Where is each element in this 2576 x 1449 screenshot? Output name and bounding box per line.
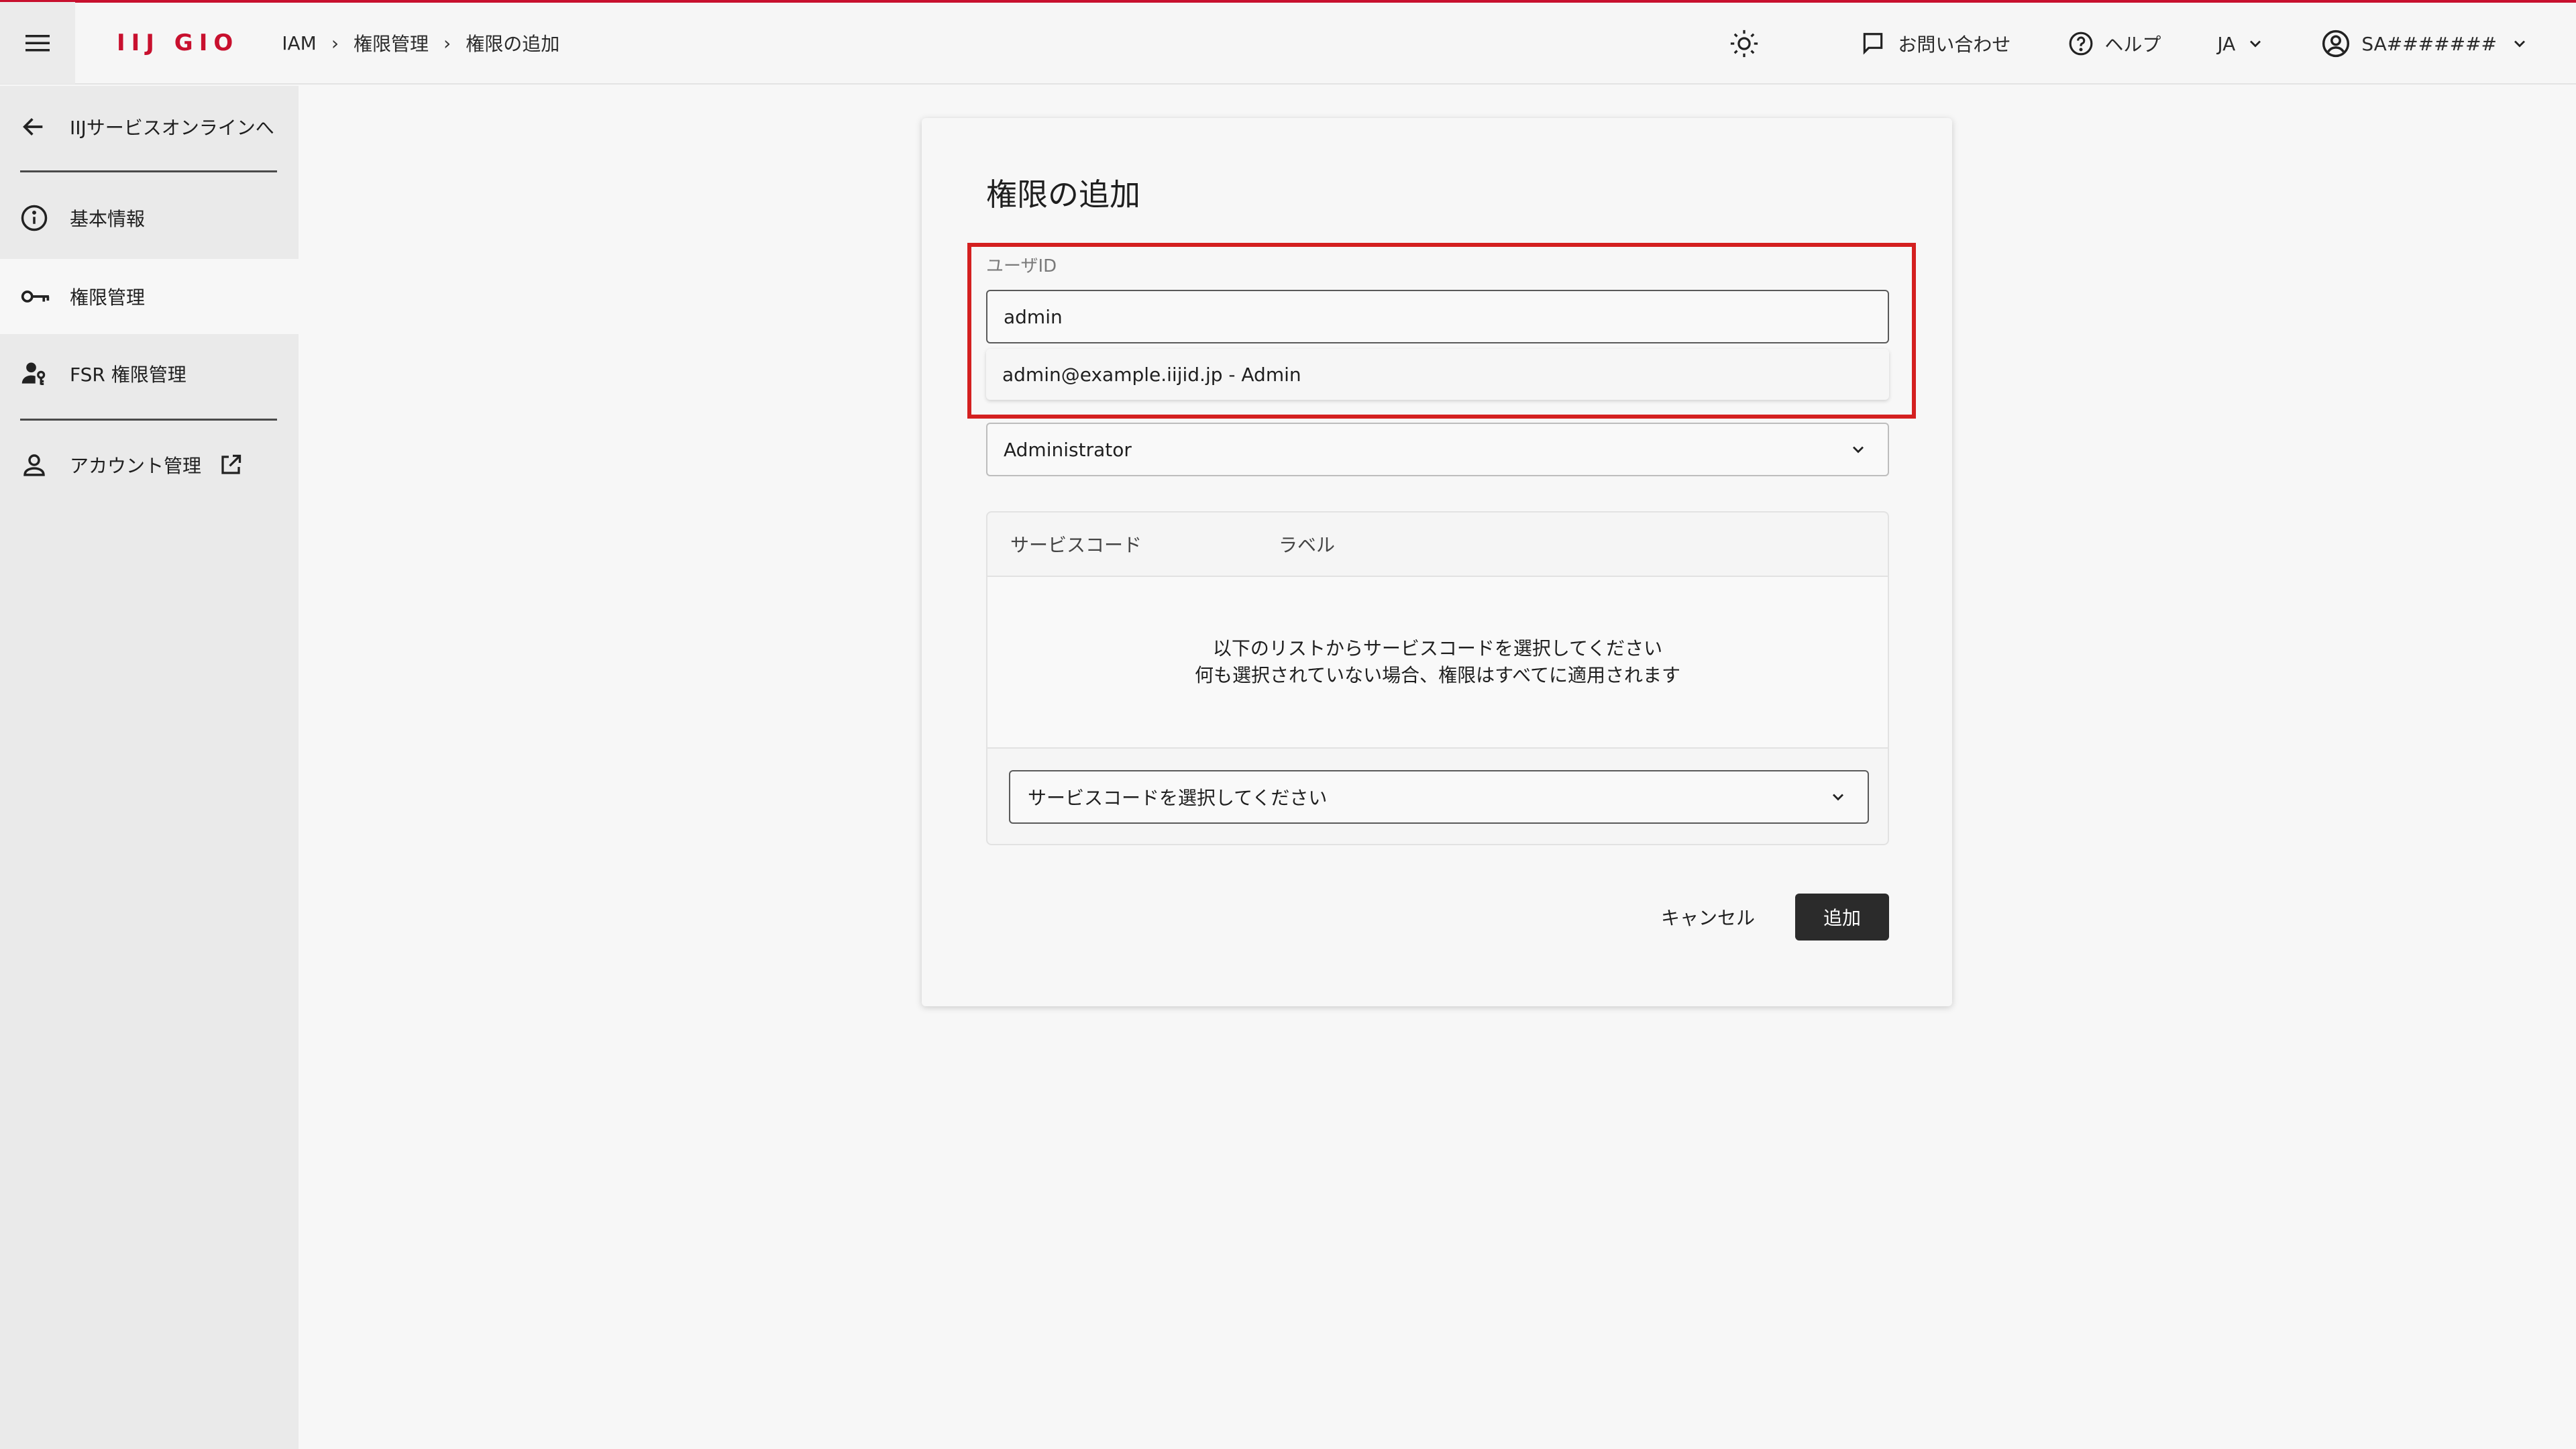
brand-logo[interactable]: IIJ GIO [117,30,239,56]
sun-icon [1731,30,1758,58]
add-permission-card: 権限の追加 ユーザID admin@example.iijid.jp - Adm… [922,118,1952,1006]
help-label: ヘルプ [2104,34,2161,56]
service-code-select[interactable]: サービスコードを選択してください [1009,770,1869,824]
account-label: SA####### [2361,32,2497,55]
breadcrumb-item-current: 権限の追加 [466,33,560,55]
external-link-icon [221,454,241,474]
breadcrumb-separator-icon: › [331,32,339,54]
user-key-icon [21,362,46,386]
chevron-down-icon [2250,40,2261,48]
sidebar-divider [20,170,277,172]
header-actions: お問い合わせ ヘルプ JA SA####### [1729,3,2576,85]
arrow-left-icon [23,118,43,136]
sidebar-item-account-management[interactable]: アカウント管理 [0,425,299,504]
user-id-label: ユーザID [986,256,1057,276]
column-header-label: ラベル [1279,534,1336,556]
page-title: 権限の追加 [986,176,1140,213]
user-suggestion-option[interactable]: admin@example.iijid.jp - Admin [986,349,1889,400]
sidebar-item-label: 権限管理 [70,286,146,309]
key-icon [21,290,50,303]
sidebar-divider [20,419,277,421]
sidebar-back-label: IIJサービスオンラインへ [70,117,274,139]
sidebar-item-basic-info[interactable]: 基本情報 [0,177,299,259]
user-id-input[interactable] [986,290,1889,343]
add-button[interactable]: 追加 [1795,894,1889,941]
role-select-value: Administrator [1004,438,1132,461]
menu-toggle-button[interactable] [0,2,75,84]
cancel-button[interactable]: キャンセル [1661,894,1755,941]
sidebar-item-label: FSR 権限管理 [70,364,186,386]
sidebar-item-label: 基本情報 [70,208,146,230]
contact-label: お問い合わせ [1898,34,2011,56]
chat-bubble-icon [1864,33,1883,55]
language-label: JA [2217,32,2236,55]
empty-state-line: 何も選択されていない場合、権限はすべてに適用されます [1194,664,1681,686]
person-icon [23,454,45,476]
service-code-select-placeholder: サービスコードを選択してください [1028,787,1328,809]
sidebar-item-back[interactable]: IIJサービスオンラインへ [0,86,299,168]
theme-toggle-button[interactable] [1729,28,1760,59]
chevron-down-icon [1853,446,1864,453]
help-button[interactable]: ヘルプ [2068,30,2161,57]
service-table-header: サービスコード ラベル [987,513,1888,577]
service-code-panel: サービスコード ラベル 以下のリストからサービスコードを選択してください 何も選… [986,511,1889,845]
breadcrumb-separator-icon: › [443,32,451,54]
hamburger-menu-icon [25,35,50,52]
sidebar: IIJサービスオンラインへ 基本情報 権限管理 FSR 権限管理 アカウント管理 [0,86,299,1449]
breadcrumb-item-iam[interactable]: IAM [282,32,317,54]
help-circle-icon [2069,32,2093,56]
breadcrumb: IAM › 権限管理 › 権限の追加 [282,30,559,56]
empty-state-line: 以下のリストからサービスコードを選択してください [1212,637,1663,659]
app-header: IIJ GIO IAM › 権限管理 › 権限の追加 お問い合わせ ヘルプ JA… [0,2,2576,85]
sidebar-item-permissions[interactable]: 権限管理 [0,259,299,334]
service-table-empty-state: 以下のリストからサービスコードを選択してください 何も選択されていない場合、権限… [987,577,1888,749]
chevron-down-icon [2514,40,2525,48]
account-menu[interactable]: SA####### [2321,29,2529,58]
language-selector[interactable]: JA [2217,33,2265,55]
contact-button[interactable]: お問い合わせ [1860,30,2010,57]
sidebar-item-fsr-permissions[interactable]: FSR 権限管理 [0,334,299,413]
role-select[interactable]: Administrator [986,423,1889,476]
chevron-down-icon [1833,794,1843,801]
column-header-service-code: サービスコード [1010,534,1142,556]
account-circle-icon [2322,30,2350,58]
sidebar-item-label: アカウント管理 [70,455,202,477]
breadcrumb-item-permissions[interactable]: 権限管理 [354,30,429,56]
info-icon [21,205,48,231]
